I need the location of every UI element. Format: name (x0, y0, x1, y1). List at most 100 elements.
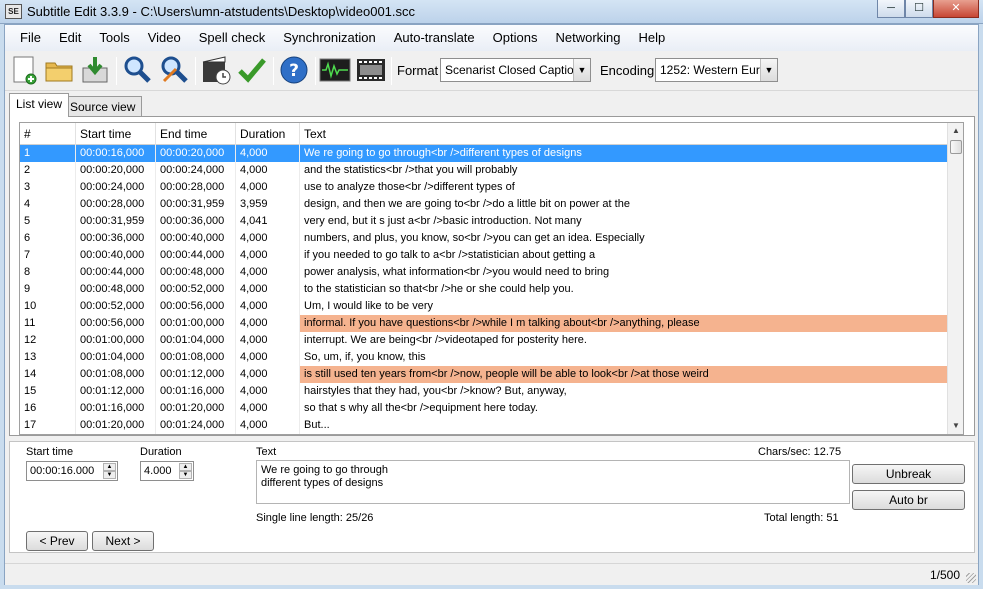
table-row[interactable]: 3 00:00:24,000 00:00:28,000 4,000 use to ana… (20, 179, 948, 196)
auto-br-button[interactable]: Auto br (852, 490, 965, 510)
prev-button[interactable]: < Prev (26, 531, 88, 551)
row-start-time: 00:01:08,000 (76, 366, 156, 383)
encoding-dropdown[interactable]: 1252: Western Euro ▼ (655, 58, 778, 82)
menu-synchronization[interactable]: Synchronization (274, 25, 385, 51)
row-start-time: 00:00:48,000 (76, 281, 156, 298)
column-header-number[interactable]: # (20, 123, 76, 145)
row-number: 16 (20, 400, 76, 417)
table-row[interactable]: 13 00:01:04,000 00:01:08,000 4,000 So, um, i… (20, 349, 948, 366)
table-row[interactable]: 12 00:01:00,000 00:01:04,000 4,000 interrupt… (20, 332, 948, 349)
row-number: 11 (20, 315, 76, 332)
vertical-scrollbar[interactable]: ▲ ▼ (947, 123, 963, 434)
column-header-start-time[interactable]: Start time (76, 123, 156, 145)
table-row[interactable]: 15 00:01:12,000 00:01:16,000 4,000 hairstyle… (20, 383, 948, 400)
maximize-button[interactable]: ☐ (905, 0, 933, 18)
table-row[interactable]: 11 00:00:56,000 00:01:00,000 4,000 informal.… (20, 315, 948, 332)
next-button[interactable]: Next > (92, 531, 154, 551)
save-icon[interactable] (79, 54, 111, 86)
new-icon[interactable] (8, 54, 40, 86)
unbreak-button[interactable]: Unbreak (852, 464, 965, 484)
table-row[interactable]: 4 00:00:28,000 00:00:31,959 3,959 design, an… (20, 196, 948, 213)
grid-rows: 1 00:00:16,000 00:00:20,000 4,000 We re goin… (20, 145, 948, 434)
table-row[interactable]: 17 00:01:20,000 00:01:24,000 4,000 But... (20, 417, 948, 434)
row-text: Um, I would like to be very (300, 298, 948, 315)
resize-grip-icon[interactable] (966, 573, 976, 583)
tab-source-view[interactable]: Source view (63, 96, 143, 117)
visual-sync-icon[interactable] (200, 54, 232, 86)
video-icon[interactable] (355, 54, 387, 86)
total-length: Total length: 51 (764, 512, 839, 524)
chars-per-sec: Chars/sec: 12.75 (758, 446, 842, 458)
spin-up-icon[interactable]: ▲ (179, 463, 192, 471)
row-start-time: 00:00:44,000 (76, 264, 156, 281)
table-row[interactable]: 2 00:00:20,000 00:00:24,000 4,000 and the st… (20, 162, 948, 179)
tab-list-view[interactable]: List view (9, 93, 70, 117)
table-row[interactable]: 8 00:00:44,000 00:00:48,000 4,000 power anal… (20, 264, 948, 281)
table-row[interactable]: 10 00:00:52,000 00:00:56,000 4,000 Um, I wou… (20, 298, 948, 315)
format-dropdown[interactable]: Scenarist Closed Captio ▼ (440, 58, 591, 82)
start-time-input[interactable]: 00:00:16.000 ▲ ▼ (26, 461, 118, 481)
list-view-panel: # Start time End time Duration Text 1 00:… (9, 116, 975, 436)
spell-check-icon[interactable] (236, 54, 268, 86)
menu-video[interactable]: Video (139, 25, 190, 51)
menu-tools[interactable]: Tools (90, 25, 138, 51)
close-button[interactable]: ✕ (933, 0, 979, 18)
table-row[interactable]: 14 00:01:08,000 00:01:12,000 4,000 is still … (20, 366, 948, 383)
row-text: hairstyles that they had, you<br />know?… (300, 383, 948, 400)
spin-down-icon[interactable]: ▼ (103, 471, 116, 479)
menu-options[interactable]: Options (484, 25, 547, 51)
row-text: numbers, and plus, you know, so<br />you… (300, 230, 948, 247)
spin-down-icon[interactable]: ▼ (179, 471, 192, 479)
table-row[interactable]: 7 00:00:40,000 00:00:44,000 4,000 if you nee… (20, 247, 948, 264)
table-row[interactable]: 6 00:00:36,000 00:00:40,000 4,000 numbers, a… (20, 230, 948, 247)
spin-up-icon[interactable]: ▲ (103, 463, 116, 471)
row-duration: 4,000 (236, 315, 300, 332)
replace-icon[interactable] (158, 54, 190, 86)
row-number: 4 (20, 196, 76, 213)
row-start-time: 00:01:00,000 (76, 332, 156, 349)
row-text: design, and then we are going to<br />do… (300, 196, 948, 213)
row-duration: 4,000 (236, 230, 300, 247)
find-icon[interactable] (121, 54, 153, 86)
menu-spell-check[interactable]: Spell check (190, 25, 274, 51)
row-start-time: 00:00:20,000 (76, 162, 156, 179)
row-start-time: 00:00:24,000 (76, 179, 156, 196)
column-header-end-time[interactable]: End time (156, 123, 236, 145)
row-end-time: 00:00:40,000 (156, 230, 236, 247)
window-title: Subtitle Edit 3.3.9 - C:\Users\umn-atstu… (27, 4, 416, 19)
scroll-thumb[interactable] (950, 140, 962, 154)
scroll-down-icon[interactable]: ▼ (948, 418, 963, 434)
row-number: 1 (20, 145, 76, 162)
menu-file[interactable]: File (11, 25, 50, 51)
subtitle-text-input[interactable]: We re going to go through different type… (256, 460, 850, 504)
help-icon[interactable]: ? (278, 54, 310, 86)
table-row[interactable]: 1 00:00:16,000 00:00:20,000 4,000 We re goin… (20, 145, 948, 162)
table-row[interactable]: 5 00:00:31,959 00:00:36,000 4,041 very end, … (20, 213, 948, 230)
grid-header: # Start time End time Duration Text (20, 123, 948, 145)
row-start-time: 00:00:28,000 (76, 196, 156, 213)
menu-help[interactable]: Help (630, 25, 675, 51)
waveform-icon[interactable] (319, 54, 351, 86)
menu-edit[interactable]: Edit (50, 25, 90, 51)
format-value: Scenarist Closed Captio (445, 63, 574, 77)
start-time-label: Start time (26, 446, 74, 458)
row-end-time: 00:00:36,000 (156, 213, 236, 230)
subtitle-editor: Start time 00:00:16.000 ▲ ▼ Duration 4.0… (9, 441, 975, 553)
subtitle-grid[interactable]: # Start time End time Duration Text 1 00:… (19, 122, 964, 435)
scroll-up-icon[interactable]: ▲ (948, 123, 963, 139)
menu-auto-translate[interactable]: Auto-translate (385, 25, 484, 51)
window-controls: ─ ☐ ✕ (877, 0, 979, 18)
row-text: very end, but it s just a<br />basic int… (300, 213, 948, 230)
table-row[interactable]: 16 00:01:16,000 00:01:20,000 4,000 so that s… (20, 400, 948, 417)
row-start-time: 00:00:16,000 (76, 145, 156, 162)
minimize-button[interactable]: ─ (877, 0, 905, 18)
row-number: 13 (20, 349, 76, 366)
table-row[interactable]: 9 00:00:48,000 00:00:52,000 4,000 to the sta… (20, 281, 948, 298)
duration-input[interactable]: 4.000 ▲ ▼ (140, 461, 194, 481)
column-header-duration[interactable]: Duration (236, 123, 300, 145)
column-header-text[interactable]: Text (300, 123, 948, 145)
menu-networking[interactable]: Networking (546, 25, 629, 51)
title-bar: SE Subtitle Edit 3.3.9 - C:\Users\umn-at… (0, 0, 983, 24)
open-folder-icon[interactable] (43, 54, 75, 86)
chevron-down-icon: ▼ (573, 59, 590, 81)
